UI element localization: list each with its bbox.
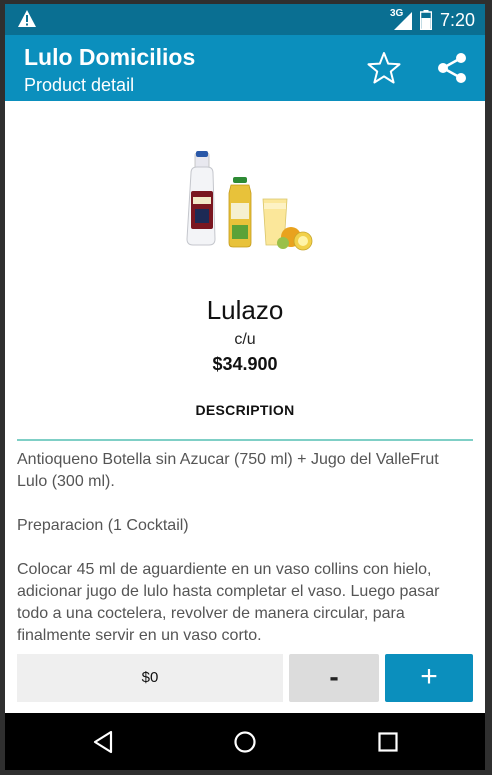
star-icon[interactable] — [367, 51, 401, 85]
description-divider — [17, 439, 473, 441]
product-description: Antioqueno Botella sin Azucar (750 ml) +… — [17, 449, 473, 669]
signal-icon: 3G — [389, 8, 412, 30]
cart-total: $0 — [17, 654, 283, 702]
description-paragraph: Colocar 45 ml de aguardiente en un vaso … — [17, 561, 440, 644]
share-icon[interactable] — [437, 52, 467, 84]
battery-icon — [419, 10, 432, 30]
description-heading: DESCRIPTION — [195, 402, 295, 418]
network-type: 3G — [389, 8, 404, 19]
product-name: Lulazo — [206, 295, 284, 325]
decrease-quantity-button[interactable]: - — [289, 654, 379, 702]
status-time: 7:20 — [439, 9, 475, 30]
warning-icon — [18, 10, 36, 27]
recent-apps-icon[interactable] — [373, 727, 403, 757]
home-icon[interactable] — [230, 727, 260, 757]
navigation-bar — [5, 713, 485, 770]
app-bar: Lulo Domicilios Product detail — [5, 35, 485, 101]
app-title: Lulo Domicilios — [24, 44, 196, 70]
cart-bar: $0 - + — [17, 654, 473, 702]
product-unit: c/u — [234, 331, 256, 348]
app-subtitle: Product detail — [24, 75, 135, 95]
description-paragraph: Antioqueno Botella sin Azucar (750 ml) +… — [17, 451, 439, 490]
product-image — [186, 151, 313, 251]
increase-quantity-button[interactable]: + — [385, 654, 473, 702]
product-detail-content[interactable]: Lulazo c/u $34.900 DESCRIPTION Antioquen… — [5, 101, 485, 713]
status-bar: 3G 7:20 — [5, 4, 485, 35]
status-icons: 3G 7:20 — [390, 8, 475, 32]
phone-frame: 3G 7:20 Lulo Domicilios Product detail L… — [0, 0, 492, 775]
description-paragraph: Preparacion (1 Cocktail) — [17, 517, 189, 534]
back-icon[interactable] — [89, 727, 119, 757]
product-price: $34.900 — [212, 354, 278, 374]
